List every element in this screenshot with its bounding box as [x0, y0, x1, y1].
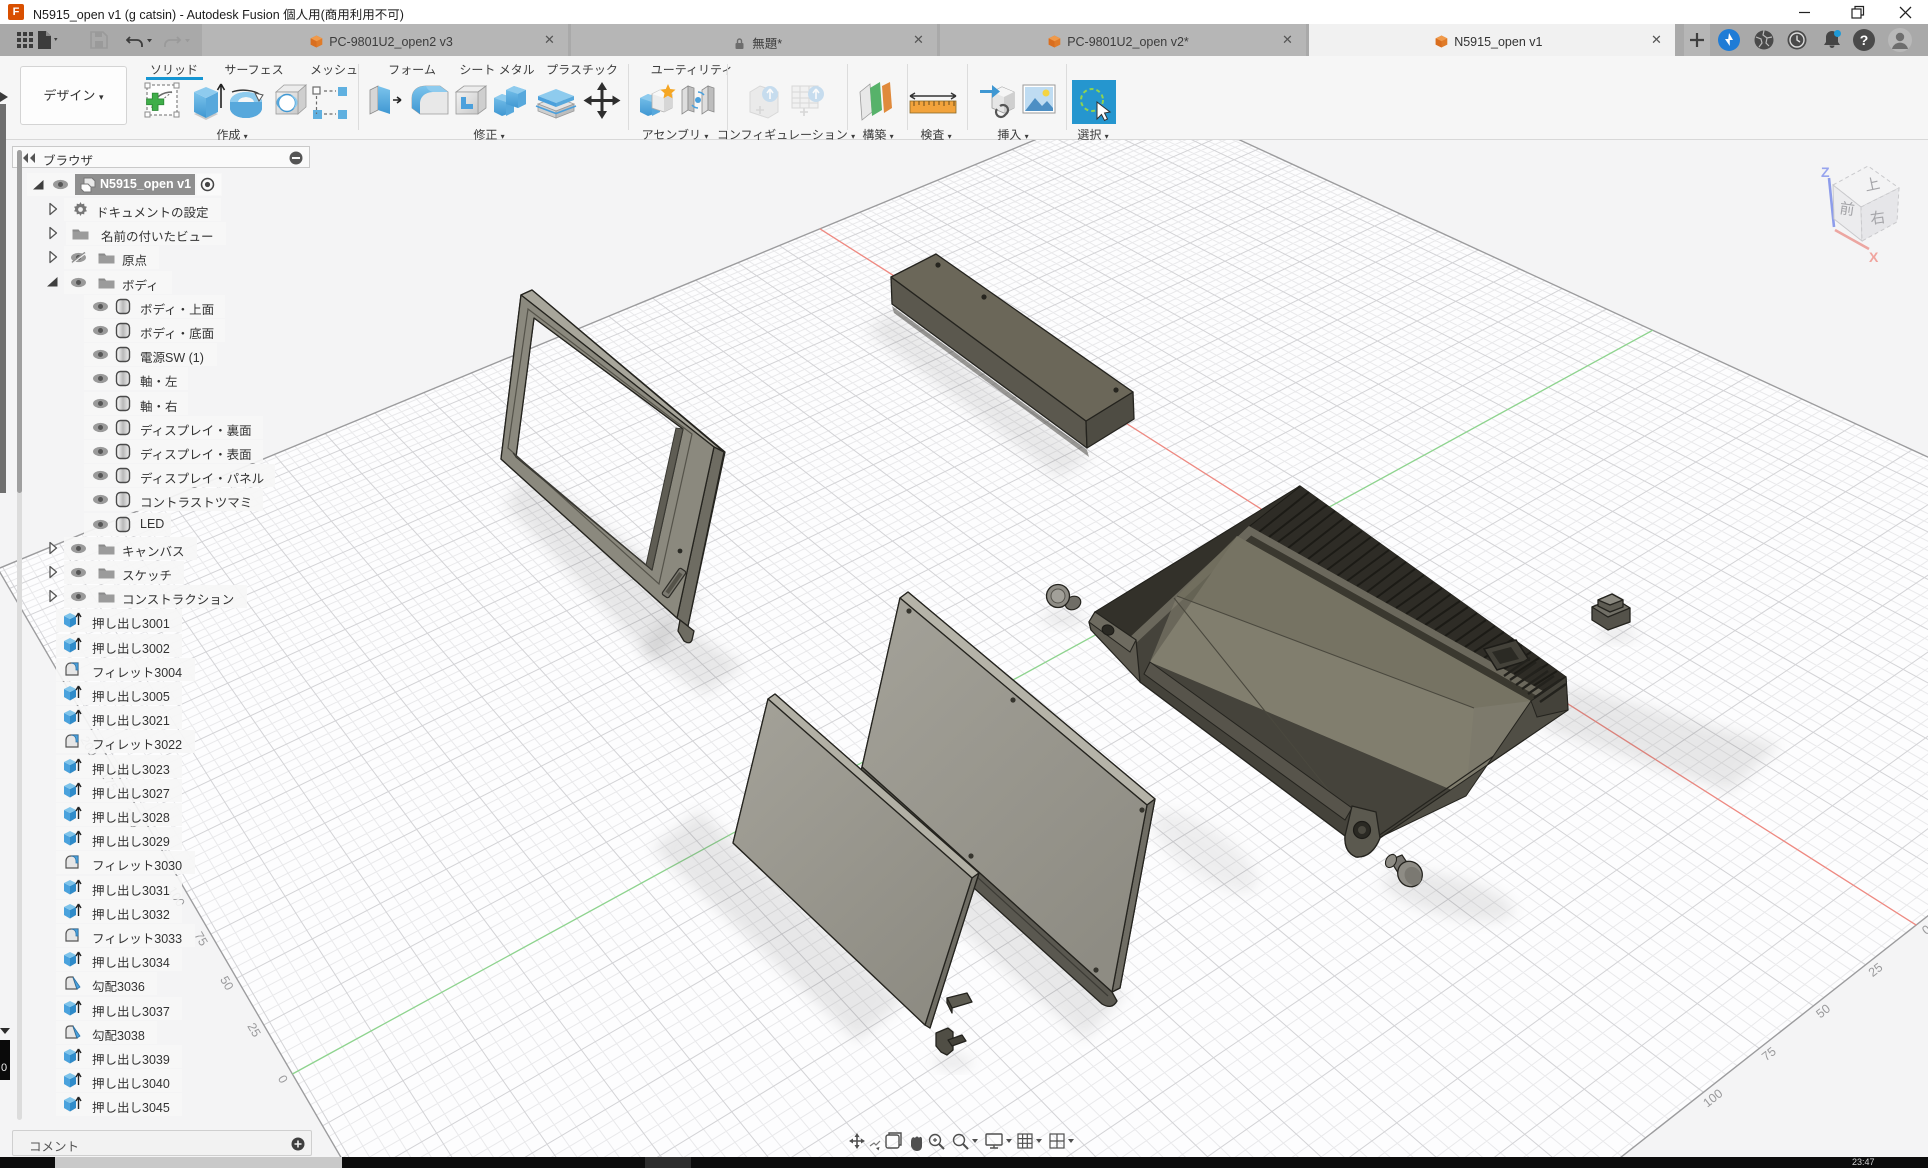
- svg-text:前: 前: [1838, 200, 1855, 219]
- svg-text:75: 75: [1759, 1044, 1779, 1064]
- svg-text:?: ?: [1860, 32, 1869, 48]
- svg-text:Z: Z: [1821, 164, 1830, 180]
- svg-text:X: X: [1869, 249, 1879, 265]
- svg-text:右: 右: [1869, 209, 1886, 228]
- svg-text:0: 0: [1919, 922, 1928, 937]
